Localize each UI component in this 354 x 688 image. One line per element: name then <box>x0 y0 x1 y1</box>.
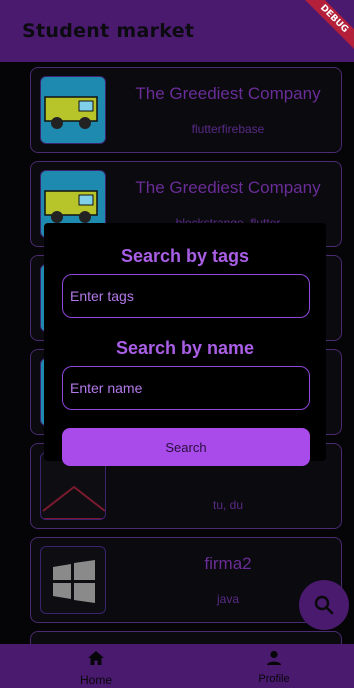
app-title: Student market <box>22 20 195 42</box>
home-icon <box>88 651 104 665</box>
tags-heading: Search by tags <box>120 246 250 266</box>
name-input[interactable]: Enter name <box>62 366 310 410</box>
company-title: firma2 <box>204 554 252 573</box>
search-button[interactable]: Search <box>62 428 310 466</box>
company-card[interactable]: firma2 java <box>30 537 342 623</box>
windows-logo-icon <box>40 546 106 614</box>
nav-home-label: Home <box>79 673 112 687</box>
company-title: The Greediest Company <box>135 178 321 197</box>
company-card[interactable] <box>30 631 342 644</box>
bottom-navigation: Home Profile <box>0 644 354 688</box>
name-heading: Search by name <box>115 338 255 358</box>
nav-profile[interactable]: Profile <box>229 650 319 685</box>
nav-home[interactable]: Home <box>51 650 141 687</box>
search-dialog: Search by tags Enter tags Search by name… <box>44 223 326 466</box>
nav-profile-label: Profile <box>258 673 290 685</box>
company-tags: tu, du <box>212 498 244 512</box>
debug-label: DEBUG <box>300 0 354 53</box>
tags-input[interactable]: Enter tags <box>62 274 310 318</box>
debug-banner: DEBUG <box>294 0 354 60</box>
truck-icon <box>40 76 106 144</box>
company-title: The Greediest Company <box>135 84 321 103</box>
search-icon <box>314 595 334 615</box>
person-icon <box>267 650 281 665</box>
company-tags: flutterfirebase <box>191 122 265 136</box>
company-card[interactable]: The Greediest Company flutterfirebase <box>30 67 342 153</box>
search-fab[interactable] <box>299 580 349 630</box>
